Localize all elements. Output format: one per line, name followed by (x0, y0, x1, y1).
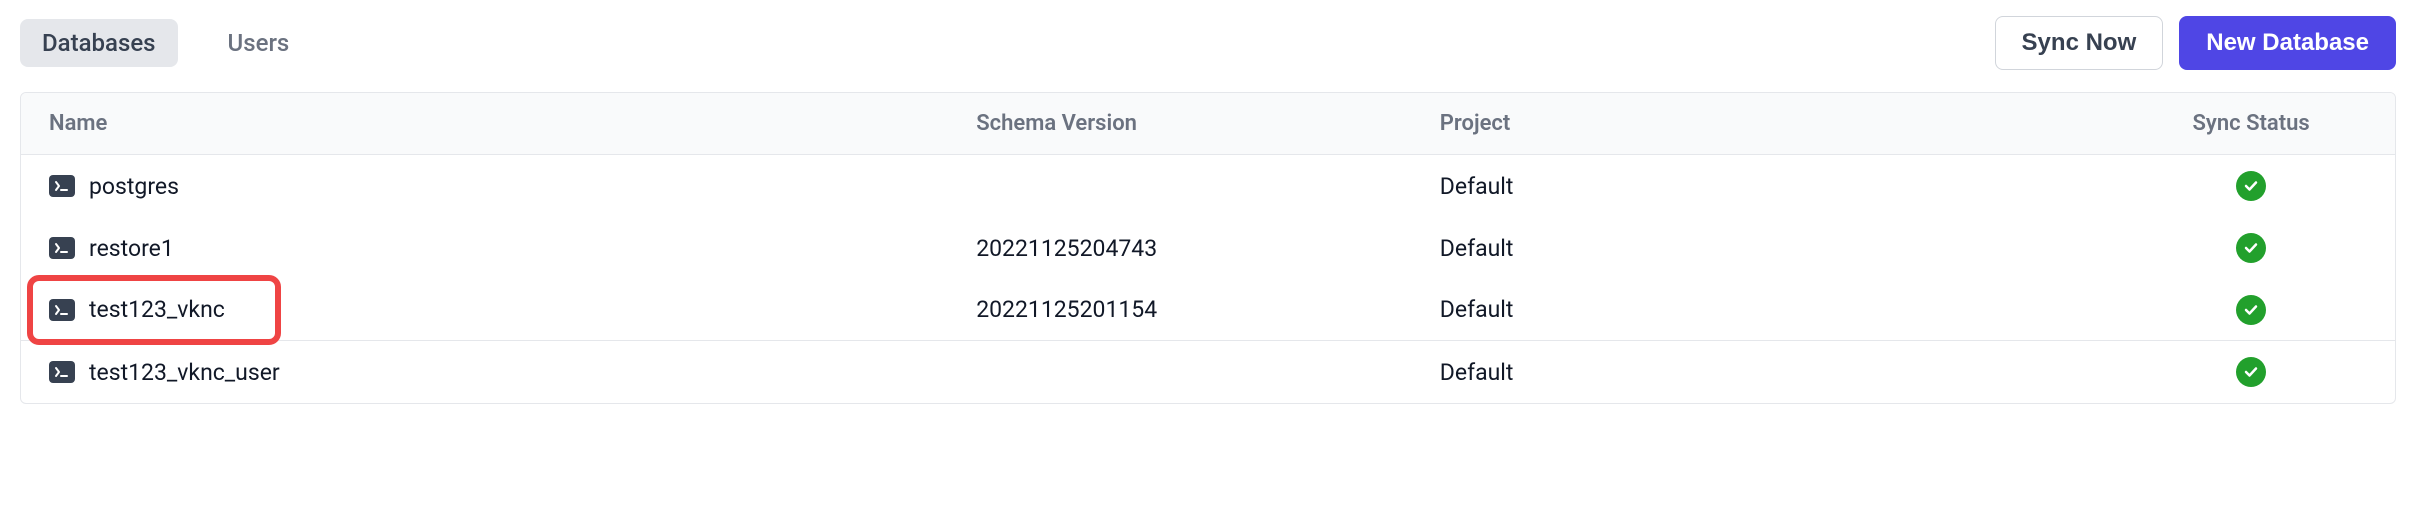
cell-project: Default (1440, 296, 2135, 323)
tab-databases[interactable]: Databases (20, 19, 178, 67)
table-row[interactable]: test123_vknc_user Default (21, 341, 2395, 403)
check-icon (2236, 233, 2266, 263)
sync-now-button[interactable]: Sync Now (1995, 16, 2164, 70)
table-header: Name Schema Version Project Sync Status (21, 93, 2395, 155)
check-icon (2236, 357, 2266, 387)
col-sync: Sync Status (2135, 111, 2367, 136)
cell-sync (2135, 295, 2367, 325)
col-project: Project (1440, 111, 2135, 136)
table-row[interactable]: restore1 20221125204743Default (21, 217, 2395, 279)
tab-users[interactable]: Users (206, 19, 312, 67)
check-icon (2236, 171, 2266, 201)
databases-table: Name Schema Version Project Sync Status … (20, 92, 2396, 404)
terminal-icon (49, 175, 75, 197)
table-row[interactable]: test123_vknc 20221125201154Default (21, 279, 2395, 341)
database-name: test123_vknc (89, 296, 225, 323)
terminal-icon (49, 299, 75, 321)
new-database-button[interactable]: New Database (2179, 16, 2396, 70)
table-body: postgresDefaultrestore120221125204743Def… (21, 155, 2395, 403)
cell-schema: 20221125201154 (976, 296, 1440, 323)
cell-name: restore1 (49, 235, 976, 262)
database-name: postgres (89, 173, 179, 200)
cell-name: test123_vknc_user (49, 359, 976, 386)
database-name: restore1 (89, 235, 174, 262)
cell-project: Default (1440, 359, 2135, 386)
cell-sync (2135, 233, 2367, 263)
cell-sync (2135, 357, 2367, 387)
col-name: Name (49, 111, 976, 136)
top-bar: Databases Users Sync Now New Database (20, 16, 2396, 70)
terminal-icon (49, 361, 75, 383)
cell-project: Default (1440, 235, 2135, 262)
cell-schema: 20221125204743 (976, 235, 1440, 262)
check-icon (2236, 295, 2266, 325)
cell-project: Default (1440, 173, 2135, 200)
cell-name: test123_vknc (49, 296, 976, 323)
database-name: test123_vknc_user (89, 359, 280, 386)
table-row[interactable]: postgres Default (21, 155, 2395, 217)
cell-name: postgres (49, 173, 976, 200)
terminal-icon (49, 237, 75, 259)
cell-sync (2135, 171, 2367, 201)
top-actions: Sync Now New Database (1995, 16, 2396, 70)
tabs: Databases Users (20, 19, 311, 67)
col-schema: Schema Version (976, 111, 1440, 136)
